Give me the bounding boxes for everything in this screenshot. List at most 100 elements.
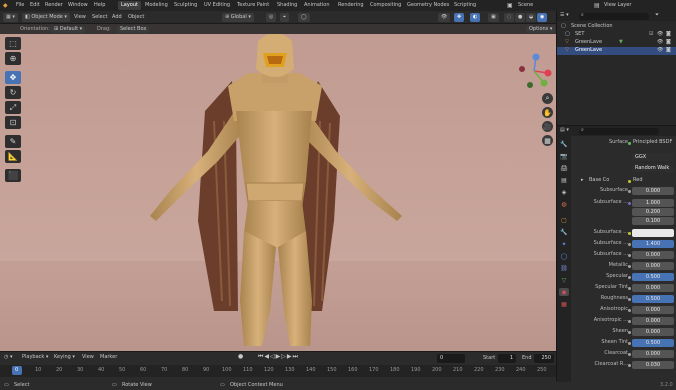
tab-layout[interactable]: Layout — [118, 1, 141, 10]
navigation-gizmo[interactable] — [514, 51, 554, 91]
tab-sculpting[interactable]: Sculpting — [171, 1, 200, 10]
object-tab-icon[interactable]: ▢ — [559, 216, 569, 224]
pan-hand-icon[interactable]: ✋ — [542, 107, 553, 118]
editor-type-button[interactable]: ▦ ▾ — [3, 13, 18, 22]
viewport-menu-add[interactable]: Add — [112, 15, 122, 20]
property-value[interactable]: 1.000 — [632, 199, 674, 207]
menu-edit[interactable]: Edit — [30, 3, 40, 8]
scene-name[interactable]: Scene — [518, 3, 533, 8]
particles-tab-icon[interactable]: ✦ — [559, 240, 569, 248]
shading-material-icon[interactable]: ◒ — [526, 13, 537, 22]
rotate-icon[interactable]: ↻ — [5, 86, 21, 99]
tab-scripting[interactable]: Scripting — [451, 1, 479, 10]
tab-uv-editing[interactable]: UV Editing — [201, 1, 233, 10]
scene-tab-icon[interactable]: ◈ — [559, 188, 569, 196]
gizmo-x-axis[interactable] — [544, 69, 552, 77]
eye-icon[interactable]: 👁 — [657, 48, 663, 53]
surface-shader-value[interactable]: Principled BSDF — [633, 140, 672, 145]
property-value[interactable]: 0.030 — [632, 361, 674, 369]
property-value[interactable]: 0.100 — [632, 217, 674, 225]
eye-icon[interactable]: 👁 — [657, 32, 663, 37]
visibility-icon[interactable]: 👁 — [438, 13, 451, 22]
viewport-menu-view[interactable]: View — [74, 15, 86, 20]
property-value[interactable]: 0.000 — [632, 350, 674, 358]
view-layer-name[interactable]: View Layer — [604, 3, 631, 8]
properties-editor-icon[interactable]: ▤ ▾ — [560, 128, 569, 133]
property-value[interactable]: 0.000 — [632, 187, 674, 195]
render-tab-icon[interactable]: 📷 — [559, 152, 569, 160]
property-value[interactable]: 0.000 — [632, 262, 674, 270]
overlay-toggle-icon[interactable]: ◐ — [470, 13, 481, 22]
zoom-icon[interactable]: ⌕ — [542, 93, 553, 104]
timeline-menu-marker[interactable]: Marker — [100, 355, 117, 360]
3d-viewport[interactable]: ▦ ▾ ◧ Object Mode ▾ View Select Add Obje… — [0, 11, 556, 351]
orientation-select[interactable]: ⊞ Default ▾ — [51, 26, 86, 33]
timeline-ruler[interactable]: 0 10 20 30 40 50 60 70 80 90 100 110 120… — [0, 365, 556, 377]
outliner-editor-icon[interactable]: ☰ ▾ — [560, 13, 569, 18]
camera-view-icon[interactable]: 🎥 — [542, 121, 553, 132]
gizmo-y-axis[interactable] — [540, 79, 548, 87]
shading-wire-icon[interactable]: ◌ — [504, 13, 515, 22]
current-frame-field[interactable]: 0 — [437, 354, 465, 363]
menu-file[interactable]: File — [16, 3, 24, 8]
tab-animation[interactable]: Animation — [301, 1, 333, 10]
eye-icon[interactable]: 👁 — [657, 40, 663, 45]
output-tab-icon[interactable]: 🖨 — [559, 164, 569, 172]
proportional-edit-icon[interactable]: ◯ — [298, 13, 310, 22]
select-box-icon[interactable]: ⬚ — [5, 37, 21, 50]
viewport-menu-select[interactable]: Select — [92, 15, 107, 20]
playback-controls[interactable]: ⏮◀◁▶▷▶⏭ — [258, 354, 299, 360]
distribution-select[interactable]: GGX — [632, 153, 674, 161]
xray-icon[interactable]: ▣ — [488, 13, 499, 22]
property-value[interactable]: 1.400 — [632, 240, 674, 248]
record-icon[interactable]: ● — [238, 354, 243, 360]
subsurface-color-swatch[interactable] — [632, 229, 674, 237]
menu-window[interactable]: Window — [68, 3, 88, 8]
base-color-value[interactable]: Red — [633, 178, 643, 183]
menu-render[interactable]: Render — [45, 3, 63, 8]
menu-help[interactable]: Help — [94, 3, 105, 8]
timeline-menu-keying[interactable]: Keying ▾ — [54, 355, 75, 360]
options-button[interactable]: Options ▾ — [526, 26, 556, 33]
property-value[interactable]: 0.000 — [632, 328, 674, 336]
filter-icon[interactable]: ⏷ — [655, 13, 659, 18]
shading-rendered-icon[interactable]: ◉ — [537, 13, 548, 22]
property-value[interactable]: 0.500 — [632, 295, 674, 303]
timeline-editor-icon[interactable]: ◷ ▾ — [4, 355, 12, 360]
shading-solid-icon[interactable]: ● — [515, 13, 526, 22]
outliner-row[interactable]: ▢ Scene Collection — [557, 23, 676, 31]
gizmo-z-axis[interactable] — [532, 53, 540, 61]
tool-tab-icon[interactable]: 🔧 — [559, 140, 569, 148]
tab-compositing[interactable]: Compositing — [367, 1, 404, 10]
outliner-search-input[interactable] — [579, 13, 649, 20]
physics-tab-icon[interactable]: ◯ — [559, 252, 569, 260]
data-tab-icon[interactable]: ▽ — [559, 276, 569, 284]
checkbox-icon[interactable]: ☑ — [649, 32, 653, 37]
pivot-icon[interactable]: ◎ — [266, 13, 277, 22]
camera-icon[interactable]: ◙ — [666, 40, 671, 45]
material-tab-icon[interactable]: ◉ — [559, 288, 569, 296]
end-frame-field[interactable]: 250 — [534, 354, 554, 363]
property-value[interactable]: 0.000 — [632, 306, 674, 314]
cursor-icon[interactable]: ⊕ — [5, 52, 21, 65]
subsurface-method-select[interactable]: Random Walk — [632, 164, 674, 172]
tab-shading[interactable]: Shading — [274, 1, 300, 10]
camera-icon[interactable]: ◙ — [666, 32, 671, 37]
property-value[interactable]: 0.500 — [632, 273, 674, 281]
tab-modeling[interactable]: Modeling — [142, 1, 171, 10]
property-value[interactable]: 0.000 — [632, 251, 674, 259]
property-value[interactable]: 0.000 — [632, 284, 674, 292]
annotate-icon[interactable]: ✎ — [5, 135, 21, 148]
timeline-menu-view[interactable]: View — [82, 355, 94, 360]
add-cube-icon[interactable]: ⬛ — [5, 169, 21, 182]
constraints-tab-icon[interactable]: ⛓ — [559, 264, 569, 272]
timeline-menu-playback[interactable]: Playback ▾ — [22, 355, 48, 360]
view-layer-tab-icon[interactable]: ▤ — [559, 176, 569, 184]
viewport-menu-object[interactable]: Object — [128, 15, 144, 20]
property-value[interactable]: 0.000 — [632, 317, 674, 325]
tab-rendering[interactable]: Rendering — [335, 1, 367, 10]
world-tab-icon[interactable]: ◍ — [559, 200, 569, 208]
properties-search-input[interactable] — [579, 128, 659, 135]
outliner-row[interactable]: ▽ GreenLave 👁 ◙ — [557, 47, 676, 55]
tab-geometry-nodes[interactable]: Geometry Nodes — [404, 1, 452, 10]
